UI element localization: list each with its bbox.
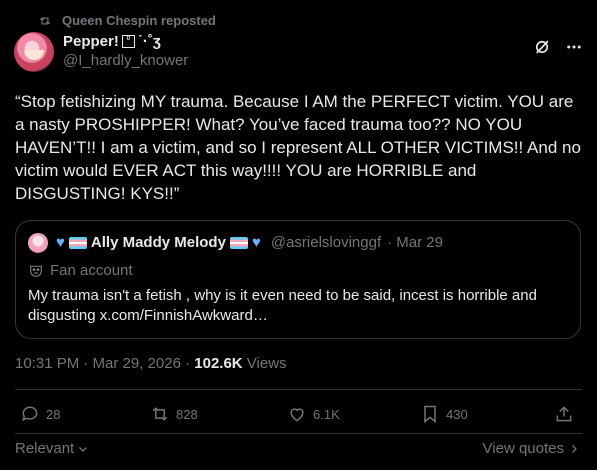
display-name-row[interactable]: Pepper! 0 ˙·˚ʒ [63,33,188,50]
reply-count: 28 [46,406,61,422]
display-name-suffix: ˙·˚ʒ [137,33,161,50]
quote-avatar [28,233,48,253]
avatar[interactable] [14,32,54,72]
sort-label: Relevant [15,440,75,457]
quote-text: My trauma isn't a fetish , why is it eve… [28,287,537,324]
blue-heart-icon: ♥ [251,234,261,251]
emoji-glyph-icon: 0 [121,35,135,48]
reply-icon [22,406,38,422]
mask-icon [30,265,42,277]
heart-icon [290,408,304,422]
views-label: Views [242,355,287,372]
bookmark-count: 430 [446,406,468,422]
fan-account-text: Fan account [50,262,133,279]
view-quotes-link[interactable]: View quotes [483,440,580,457]
trans-flag-icon [68,236,87,249]
quote-date: · Mar 29 [387,234,443,251]
repost-count: 828 [176,406,198,422]
reply-button[interactable]: 28 [20,404,60,424]
divider [15,433,582,434]
quote-handle: @asrielslovinggf [270,234,382,251]
share-icon [556,406,572,422]
repost-button[interactable]: 828 [150,404,198,424]
share-button[interactable] [554,404,574,424]
grok-icon[interactable] [533,38,551,56]
views-count: 102.6K [194,355,243,372]
repost-icon [39,16,51,25]
chevron-down-icon [79,446,88,452]
tweet-author: Pepper! 0 ˙·˚ʒ @I_hardly_knower [14,32,583,72]
bookmark-icon [424,405,436,424]
sort-dropdown[interactable]: Relevant [15,440,89,457]
action-bar: 28 828 6.1K 430 [20,404,576,428]
fan-account-label: Fan account [28,262,133,279]
tweet-text: “Stop fetishizing MY trauma. Because I A… [15,92,581,203]
quote-display-name: Ally Maddy Melody [90,234,226,251]
repost-text: Queen Chespin reposted [62,13,216,28]
display-name: Pepper! [63,33,119,50]
divider [15,389,582,390]
trans-flag-icon [229,236,248,249]
blue-heart-icon: ♥ [56,234,65,251]
more-options-icon[interactable] [565,38,583,56]
like-button[interactable]: 6.1K [287,404,340,424]
quote-header: ♥ Ally Maddy Melody ♥ @asrielslovinggf ·… [56,234,443,251]
repost-indicator[interactable]: Queen Chespin reposted [38,13,216,28]
like-count: 6.1K [313,406,340,422]
repost-icon [152,407,168,421]
bookmark-button[interactable]: 430 [420,404,468,424]
handle[interactable]: @I_hardly_knower [63,52,188,69]
tweet-meta: 10:31 PM · Mar 29, 2026 · 102.6K Views [15,355,287,372]
timestamp[interactable]: 10:31 PM · Mar 29, 2026 · [15,355,194,372]
chevron-right-icon [572,444,577,453]
quoted-tweet[interactable]: ♥ Ally Maddy Melody ♥ @asrielslovinggf ·… [15,220,581,339]
view-quotes-label: View quotes [482,440,564,457]
